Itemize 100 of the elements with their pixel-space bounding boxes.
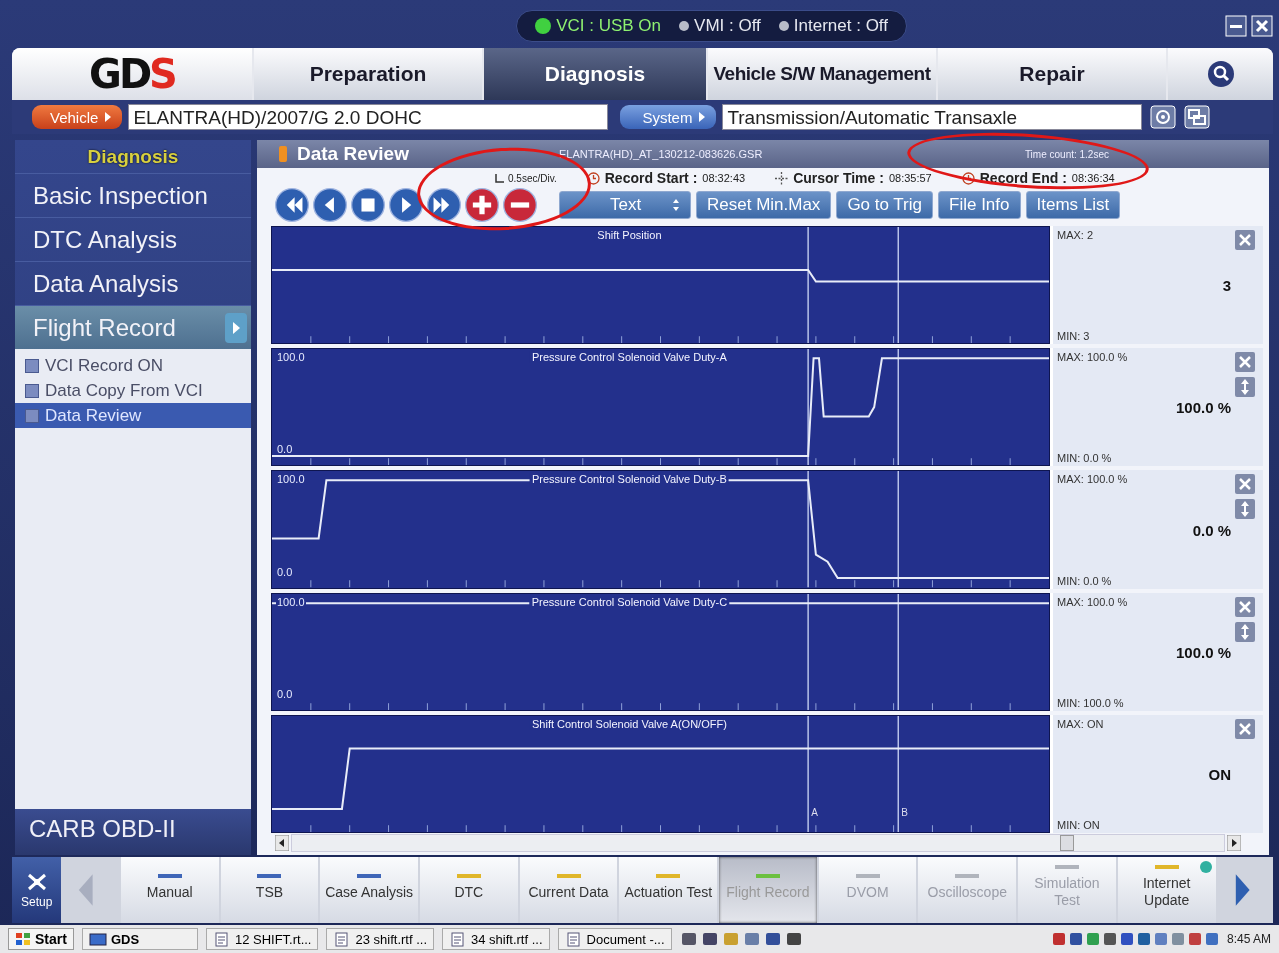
cursor-line[interactable] — [897, 715, 899, 832]
tray-icon[interactable] — [1102, 932, 1117, 946]
cursor-line[interactable] — [807, 349, 809, 466]
time-value: 08:32:43 — [702, 172, 746, 184]
clock-icon — [961, 171, 975, 185]
windows-logo-icon — [15, 932, 31, 946]
zoom-in-icon[interactable] — [465, 188, 499, 222]
quick-launch-icon[interactable] — [679, 931, 698, 947]
quick-launch-icon[interactable] — [763, 931, 782, 947]
scroll-thumb[interactable] — [1060, 835, 1074, 851]
close-icon[interactable] — [1251, 15, 1273, 37]
cursor-line[interactable] — [897, 227, 899, 344]
nav-tab[interactable]: Vehicle S/W Management — [708, 48, 936, 100]
cursor-line[interactable] — [897, 593, 899, 710]
max-value: MAX: ON — [1057, 717, 1105, 730]
close-icon[interactable] — [1235, 230, 1255, 250]
vehicle-button[interactable]: Vehicle — [32, 105, 123, 129]
close-icon[interactable] — [1235, 718, 1255, 739]
max-value: MAX: 100.0 % — [1057, 473, 1129, 486]
toolbar-button[interactable]: Current Data — [519, 857, 618, 923]
time-label: Cursor Time : — [793, 170, 884, 186]
toolbar-button[interactable]: Internet Update — [1117, 857, 1216, 923]
capture-icon[interactable] — [1150, 105, 1177, 129]
scroll-right-icon[interactable] — [1227, 835, 1241, 851]
submenu-item[interactable]: Data Review — [15, 403, 251, 428]
axis-label: 0.0 — [276, 687, 294, 700]
rewind-icon[interactable] — [275, 188, 309, 222]
sidebar-item[interactable]: CARB OBD-II — [15, 809, 251, 855]
cursor-label: A — [811, 807, 818, 818]
scrollbar[interactable] — [257, 833, 1269, 855]
windows-icon[interactable] — [1184, 105, 1211, 129]
nav-tab[interactable]: Diagnosis — [484, 48, 706, 100]
toolbar-button[interactable]: Actuation Test — [619, 857, 718, 923]
zoom-out-icon[interactable] — [503, 188, 537, 222]
tray-icon[interactable] — [1204, 932, 1219, 946]
sidebar-item[interactable]: Basic Inspection — [15, 173, 251, 217]
tray-icon[interactable] — [1119, 932, 1134, 946]
toolbar-button[interactable]: Case Analysis — [320, 857, 418, 923]
clock: 8:45 AM — [1226, 932, 1271, 946]
taskbar-button[interactable]: 23 shift.rtf ... — [326, 928, 434, 950]
time-value: 08:35:57 — [888, 172, 932, 184]
tray-icon[interactable] — [1187, 932, 1202, 946]
min-value: MIN: ON — [1057, 819, 1101, 831]
axis-label: 0.0 — [276, 565, 294, 578]
taskbar-button[interactable]: GDS — [81, 928, 198, 950]
tray-icon[interactable] — [1085, 932, 1100, 946]
close-icon[interactable] — [1235, 596, 1255, 617]
tray-icon[interactable] — [1136, 932, 1151, 946]
expand-icon[interactable] — [1235, 621, 1255, 642]
close-icon[interactable] — [1235, 352, 1255, 373]
stop-icon[interactable] — [351, 188, 385, 222]
expand-icon[interactable] — [1235, 377, 1255, 398]
chart-title: Pressure Control Solenoid Valve Duty-A — [530, 351, 729, 364]
expand-icon[interactable] — [1235, 499, 1255, 520]
taskbar-button[interactable]: Document -... — [557, 928, 672, 950]
scroll-left-icon[interactable] — [275, 835, 289, 851]
axis-label: 100.0 — [276, 351, 306, 364]
quick-launch-icon[interactable] — [784, 931, 803, 947]
spinner-icon — [672, 198, 680, 212]
play-icon[interactable] — [389, 188, 423, 222]
system-field[interactable]: Transmission/Automatic Transaxle — [722, 104, 1143, 130]
search-icon[interactable] — [1206, 60, 1235, 88]
cursor-line[interactable] — [897, 471, 899, 588]
nav-tab[interactable]: Preparation — [254, 48, 482, 100]
tray-icon[interactable] — [1051, 932, 1066, 946]
taskbar-button[interactable]: 34 shift.rtf ... — [442, 928, 550, 950]
cursor-line[interactable] — [897, 349, 899, 466]
toolbar-button[interactable]: Reset Min.Max — [696, 191, 832, 219]
start-button[interactable]: Start — [8, 928, 74, 950]
system-button[interactable]: System — [620, 105, 717, 129]
tray-icon[interactable] — [1153, 932, 1168, 946]
taskbar-button[interactable]: 12 SHIFT.rt... — [205, 928, 319, 950]
sidebar-item[interactable]: DTC Analysis — [15, 217, 251, 261]
nav-tab[interactable]: Repair — [938, 48, 1166, 100]
status-label: VMI : Off — [694, 16, 761, 36]
minimize-icon[interactable] — [1225, 15, 1247, 37]
cursor-line[interactable] — [807, 227, 809, 344]
tray-icon[interactable] — [1170, 932, 1185, 946]
min-value: MIN: 100.0 % — [1057, 696, 1125, 709]
text-dropdown[interactable]: Text — [559, 191, 691, 219]
list-icon — [25, 383, 39, 398]
vehicle-field[interactable]: ELANTRA(HD)/2007/G 2.0 DOHC — [128, 104, 609, 130]
quick-launch-icon[interactable] — [700, 931, 719, 947]
toolbar-button[interactable]: Manual — [120, 857, 219, 923]
sidebar-item[interactable]: Flight Record — [15, 305, 251, 349]
tray-icon[interactable] — [1068, 932, 1083, 946]
toolbar-button[interactable]: Go to Trig — [836, 191, 933, 219]
toolbar-button[interactable]: Items List — [1025, 191, 1121, 219]
close-icon[interactable] — [1235, 474, 1255, 495]
back-icon[interactable] — [313, 188, 347, 222]
toolbar-button[interactable]: TSB — [220, 857, 319, 923]
fast-forward-icon[interactable] — [427, 188, 461, 222]
clock-icon — [586, 171, 600, 185]
setup-button[interactable]: Setup — [12, 857, 62, 923]
toolbar-button[interactable]: File Info — [938, 191, 1021, 219]
submenu-item[interactable]: Data Copy From VCI — [15, 378, 251, 403]
submenu-item[interactable]: VCI Record ON — [15, 353, 251, 378]
time-label: Record Start : — [604, 170, 698, 186]
cursor-line[interactable] — [807, 471, 809, 588]
toolbar-button[interactable]: DTC — [420, 857, 518, 923]
